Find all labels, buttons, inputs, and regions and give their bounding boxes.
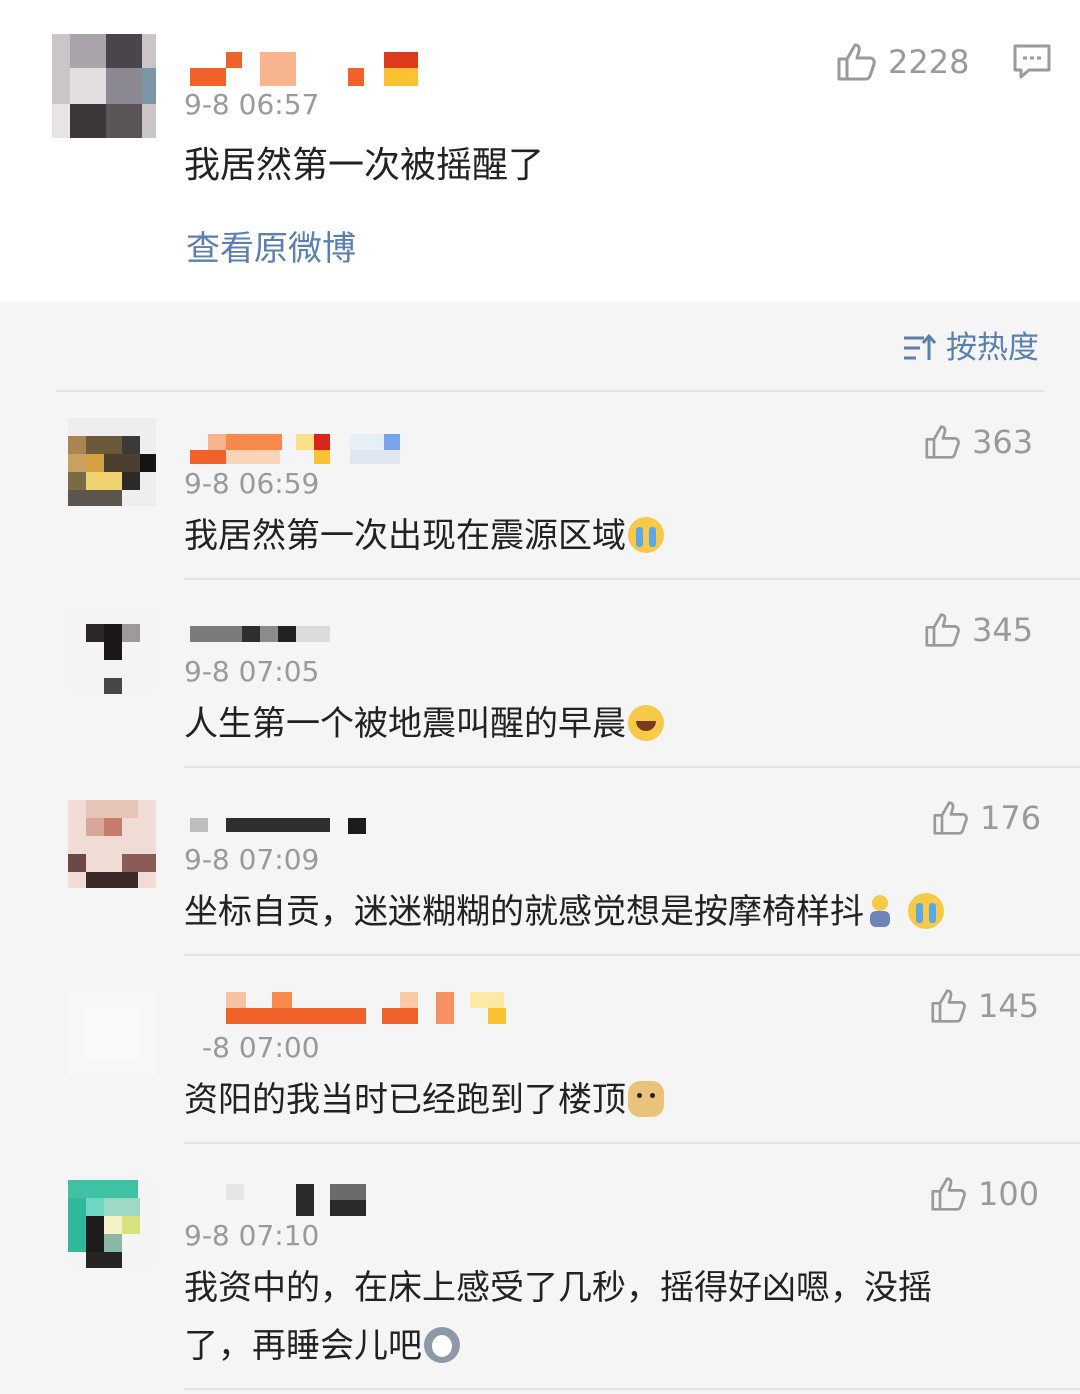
divider — [184, 766, 1080, 768]
comment-text-line2: 了，再睡会儿吧 — [184, 1318, 460, 1374]
comment-like-button[interactable]: 363 — [924, 424, 1033, 460]
comment-avatar[interactable] — [68, 418, 156, 506]
comment-avatar[interactable] — [68, 606, 156, 694]
crying-emoji — [908, 893, 944, 929]
thumbs-up-icon — [925, 425, 960, 459]
comment-like-count: 100 — [978, 1175, 1040, 1213]
comment-time: 9-8 07:05 — [184, 655, 320, 688]
comment-time: 9-8 06:59 — [184, 467, 320, 500]
comment-icon[interactable] — [1012, 42, 1052, 86]
laughing-tears-emoji — [628, 705, 664, 741]
comment-time: 9-8 07:09 — [184, 843, 320, 876]
thumbs-up-icon — [925, 613, 960, 647]
post-like-count: 2228 — [888, 43, 970, 81]
crying-emoji — [628, 517, 664, 553]
thumbs-up-icon — [837, 43, 876, 81]
comment-avatar[interactable] — [68, 800, 156, 888]
comment-text: 人生第一个被地震叫醒的早晨 — [184, 696, 664, 752]
comment-like-button[interactable]: 100 — [930, 1176, 1039, 1212]
post-like-button[interactable]: 2228 — [836, 42, 969, 82]
post-text: 我居然第一次被摇醒了 — [184, 145, 545, 186]
comment-like-button[interactable]: 345 — [924, 612, 1033, 648]
comment-text-body: 坐标自贡，迷迷糊糊的就感觉想是按摩椅样抖 — [184, 892, 864, 932]
sort-label: 按热度 — [946, 330, 1039, 366]
comment-like-count: 363 — [972, 423, 1034, 461]
comment-like-button[interactable]: 145 — [930, 988, 1039, 1024]
divider — [184, 578, 1080, 580]
comment-username[interactable] — [190, 624, 330, 658]
comment-text: 我居然第一次出现在震源区域 — [184, 508, 664, 564]
comment-like-button[interactable]: 176 — [932, 800, 1041, 836]
view-original-link[interactable]: 查看原微博 — [186, 228, 356, 270]
thumbs-up-icon — [933, 801, 968, 835]
sort-icon — [904, 333, 936, 360]
divider — [56, 390, 1044, 392]
comment-username[interactable] — [226, 1182, 366, 1216]
post-time: 9-8 06:57 — [184, 88, 320, 121]
divider — [184, 1388, 1080, 1390]
kid-emoji — [866, 893, 894, 929]
comment-avatar[interactable] — [68, 990, 156, 1078]
thumbs-up-icon — [931, 1177, 966, 1211]
sort-by-hot-button[interactable]: 按热度 — [902, 330, 1039, 366]
divider — [184, 954, 1080, 956]
comment-text-body: 人生第一个被地震叫醒的早晨 — [184, 704, 626, 744]
divider — [184, 1142, 1080, 1144]
doge-emoji — [628, 1081, 664, 1117]
comment-text-body: 资阳的我当时已经跑到了楼顶 — [184, 1080, 626, 1120]
comment-username[interactable] — [190, 432, 402, 466]
comment-like-count: 145 — [978, 987, 1040, 1025]
comment-text: 资阳的我当时已经跑到了楼顶 — [184, 1072, 664, 1128]
post-username[interactable] — [190, 46, 430, 88]
husky-emoji — [424, 1327, 460, 1363]
comment-like-count: 176 — [980, 799, 1042, 837]
comment-text-body: 了，再睡会儿吧 — [184, 1326, 422, 1366]
comment-text-body: 我居然第一次出现在震源区域 — [184, 516, 626, 556]
comment-like-count: 345 — [972, 611, 1034, 649]
comment-text: 坐标自贡，迷迷糊糊的就感觉想是按摩椅样抖 — [184, 884, 944, 940]
thumbs-up-icon — [931, 989, 966, 1023]
comment-text-line1: 我资中的，在床上感受了几秒，摇得好凶嗯，没摇 — [184, 1268, 932, 1308]
comment-avatar[interactable] — [68, 1180, 156, 1268]
comment-username[interactable] — [226, 990, 506, 1024]
comment-time: -8 07:00 — [202, 1031, 320, 1064]
comment-time: 9-8 07:10 — [184, 1219, 320, 1252]
post-avatar[interactable] — [52, 34, 156, 138]
original-post: 9-8 06:57 2228 我居然第一次被摇醒了 查看原微博 — [0, 0, 1080, 302]
